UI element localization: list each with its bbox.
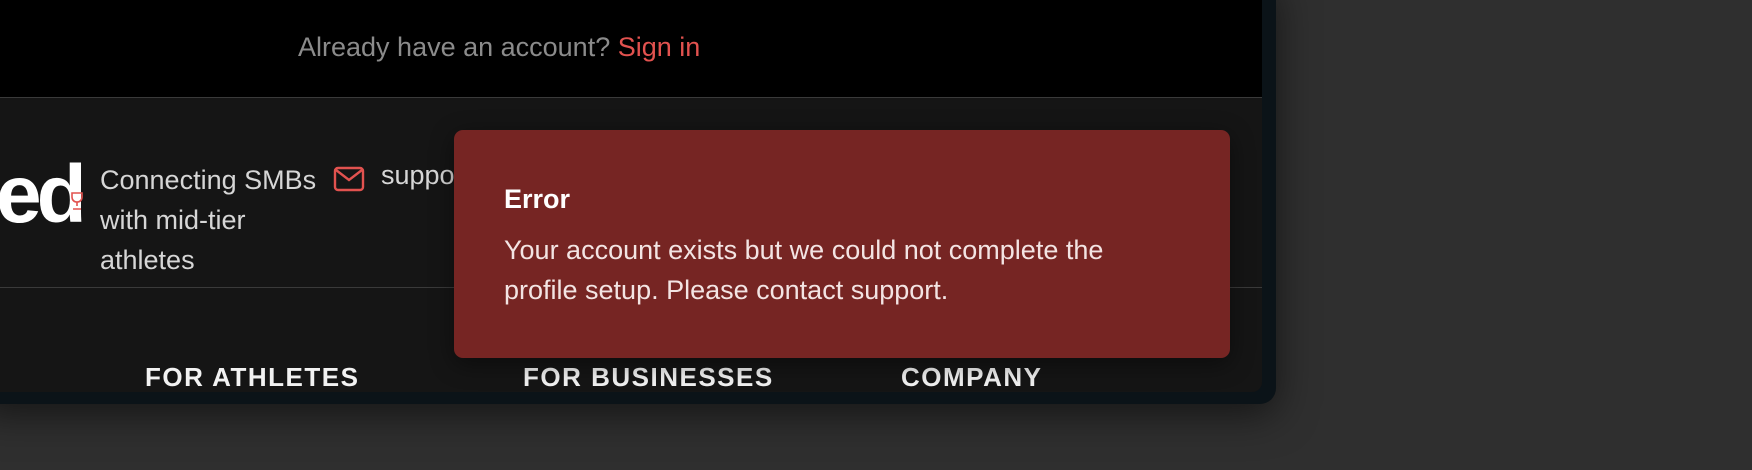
nav-heading-company: COMPANY bbox=[901, 362, 1043, 392]
nav-heading-athletes: FOR ATHLETES bbox=[145, 362, 360, 392]
page-content: Already have an account? Sign in ed Conn… bbox=[0, 0, 1262, 392]
app-window: Already have an account? Sign in ed Conn… bbox=[0, 0, 1276, 404]
error-toast: Error Your account exists but we could n… bbox=[454, 130, 1230, 358]
signin-prompt-text: Already have an account? bbox=[298, 32, 611, 62]
brand-tagline: Connecting SMBs with mid-tier athletes bbox=[100, 165, 317, 275]
mail-icon bbox=[333, 166, 365, 192]
signin-prompt: Already have an account? Sign in bbox=[298, 32, 700, 63]
nav-heading-businesses: FOR BUSINESSES bbox=[523, 362, 774, 392]
trophy-icon bbox=[71, 192, 83, 210]
toast-title: Error bbox=[504, 184, 571, 214]
desktop-background: Already have an account? Sign in ed Conn… bbox=[0, 0, 1752, 470]
toast-message: Your account exists but we could not com… bbox=[504, 235, 1104, 305]
support-email-link[interactable]: suppo bbox=[381, 160, 455, 191]
signin-link[interactable]: Sign in bbox=[618, 32, 701, 62]
